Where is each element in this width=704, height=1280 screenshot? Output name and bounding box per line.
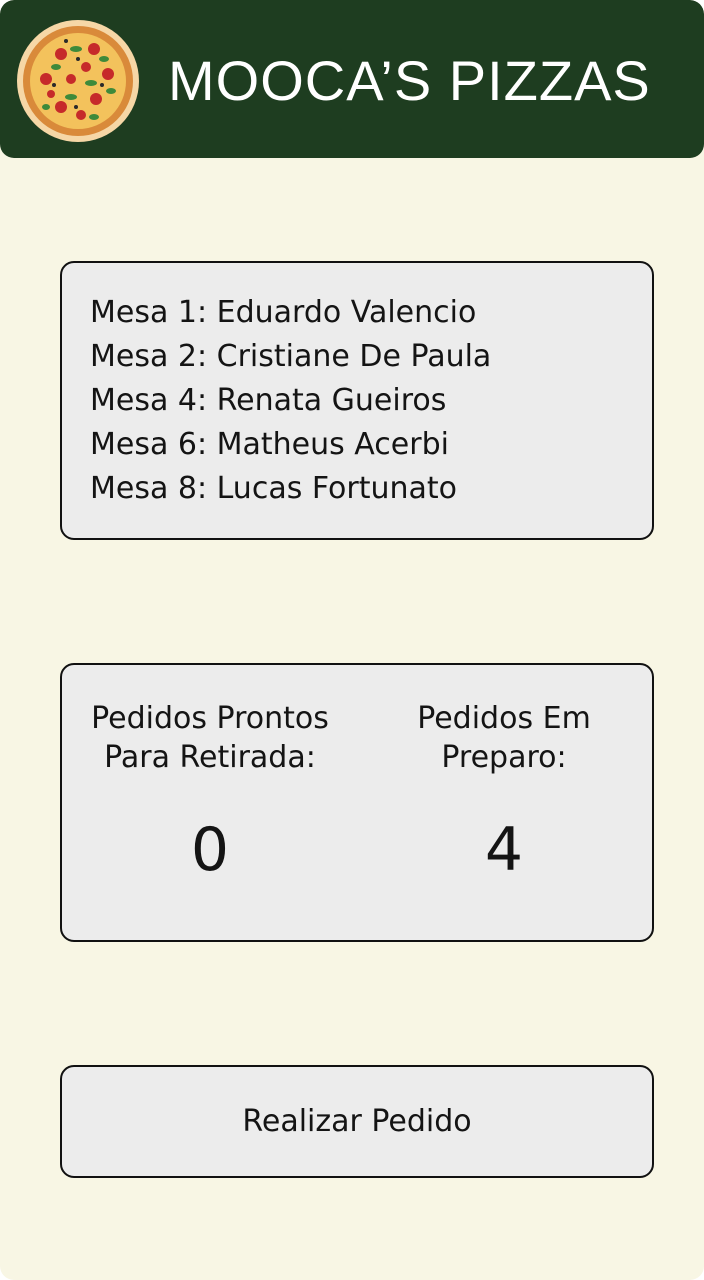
preparing-orders-label-line2: Preparo:	[441, 740, 567, 775]
preparing-orders-count: 4	[484, 815, 524, 885]
list-item: Mesa 2: Cristiane De Paula	[90, 339, 492, 374]
ready-orders-label-line2: Para Retirada:	[104, 740, 316, 775]
list-item: Mesa 1: Eduardo Valencio	[90, 295, 477, 330]
ready-orders-label: Pedidos Prontos Para Retirada:	[70, 699, 350, 777]
app-screen: MOOCA’S PIZZAS Mesa 1: Eduardo Valencio …	[0, 0, 704, 1280]
preparing-orders-label-line1: Pedidos Em	[417, 701, 591, 736]
app-title: MOOCA’S PIZZAS	[168, 49, 651, 112]
place-order-button[interactable]: Realizar Pedido	[60, 1065, 654, 1178]
ready-orders-stat: Pedidos Prontos Para Retirada: 0	[70, 699, 350, 885]
ready-orders-label-line1: Pedidos Prontos	[91, 701, 329, 736]
table-list: Mesa 1: Eduardo Valencio Mesa 2: Cristia…	[62, 263, 652, 511]
list-item: Mesa 4: Renata Gueiros	[90, 383, 447, 418]
preparing-orders-label: Pedidos Em Preparo:	[364, 699, 644, 777]
occupied-tables-card: Mesa 1: Eduardo Valencio Mesa 2: Cristia…	[60, 261, 654, 540]
app-header: MOOCA’S PIZZAS	[0, 0, 704, 158]
preparing-orders-stat: Pedidos Em Preparo: 4	[364, 699, 644, 885]
list-item: Mesa 6: Matheus Acerbi	[90, 427, 449, 462]
pizza-icon	[17, 20, 139, 142]
list-item: Mesa 8: Lucas Fortunato	[90, 471, 458, 506]
ready-orders-count: 0	[190, 815, 230, 885]
orders-status-card: Pedidos Prontos Para Retirada: 0 Pedidos…	[60, 663, 654, 942]
